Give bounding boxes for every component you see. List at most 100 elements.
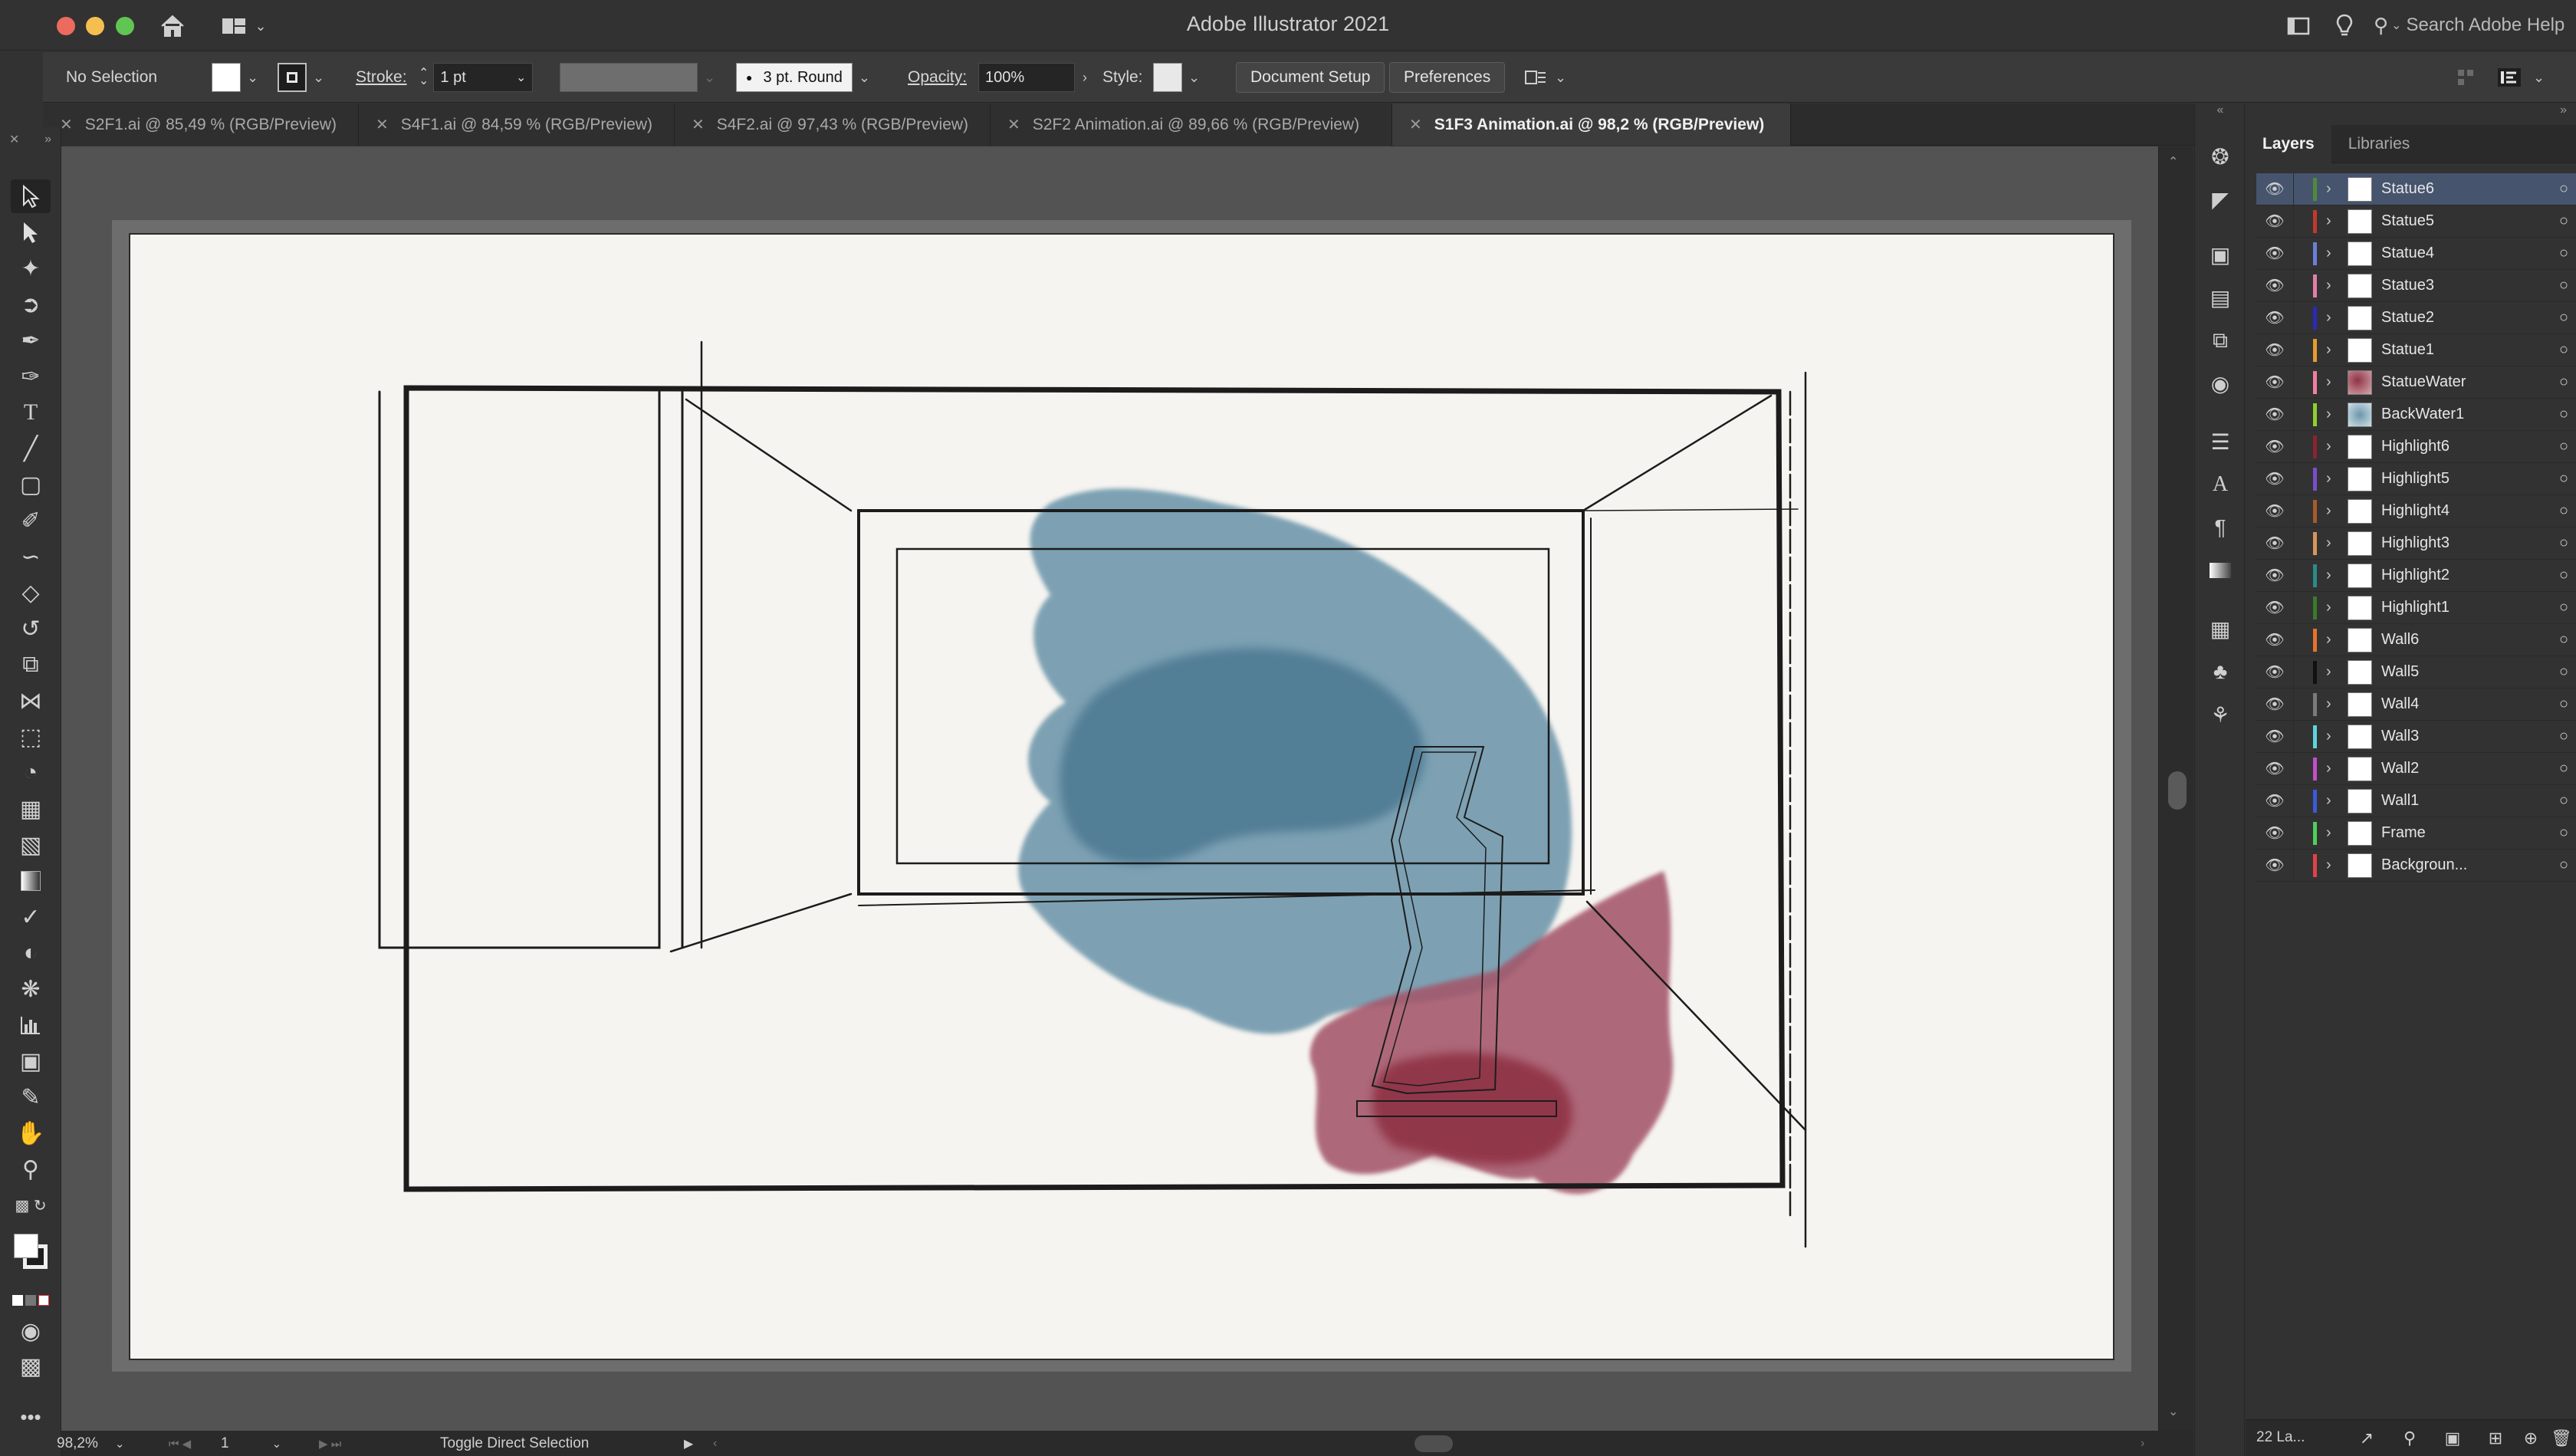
minimize-window-button[interactable]	[86, 17, 104, 35]
visibility-eye-icon[interactable]: 👁	[2256, 469, 2293, 488]
lightbulb-icon[interactable]	[2329, 11, 2360, 41]
visibility-eye-icon[interactable]: 👁	[2256, 212, 2293, 231]
scale-tool-icon[interactable]: ⧉	[11, 648, 51, 682]
target-circle-icon[interactable]: ○	[2559, 824, 2576, 842]
pathfinder-panel-icon[interactable]: ⧉	[2204, 324, 2236, 357]
character-panel-icon[interactable]: A	[2204, 468, 2236, 501]
chevron-right-icon[interactable]: ›	[1083, 70, 1087, 86]
lock-toggle[interactable]	[2293, 334, 2307, 366]
transform-panel-icon[interactable]: ▣	[2204, 238, 2236, 271]
chevron-down-icon[interactable]: ⌄	[115, 1437, 125, 1451]
appearance-panel-icon[interactable]: ◉	[2204, 367, 2236, 399]
chevron-right-icon[interactable]: ›	[2326, 438, 2343, 455]
preferences-button[interactable]: Preferences	[1389, 62, 1506, 93]
gradient-tool-icon[interactable]	[11, 864, 51, 898]
lock-toggle[interactable]	[2293, 495, 2307, 528]
layer-name[interactable]: Statue6	[2381, 180, 2559, 198]
layer-row[interactable]: 👁 › Statue5 ○	[2256, 205, 2576, 238]
layer-row[interactable]: 👁 › Wall3 ○	[2256, 720, 2576, 753]
target-circle-icon[interactable]: ○	[2559, 792, 2576, 810]
layer-name[interactable]: Highlight3	[2381, 534, 2559, 552]
brushes-panel-icon[interactable]: ⚘	[2204, 698, 2236, 731]
visibility-eye-icon[interactable]: 👁	[2256, 373, 2293, 392]
brush-preview[interactable]: ● 3 pt. Round	[736, 63, 853, 92]
lock-toggle[interactable]	[2293, 720, 2307, 753]
lock-toggle[interactable]	[2293, 462, 2307, 495]
visibility-eye-icon[interactable]: 👁	[2256, 856, 2293, 875]
scroll-up-icon[interactable]: ⌃	[2168, 154, 2178, 169]
artboard-nav-prev-icons[interactable]: ⏮ ◀	[169, 1434, 191, 1454]
paintbrush-tool-icon[interactable]: ✐	[11, 504, 51, 537]
layer-name[interactable]: Statue2	[2381, 309, 2559, 327]
arrange-documents-icon[interactable]	[2283, 11, 2314, 41]
layer-row[interactable]: 👁 › Highlight4 ○	[2256, 495, 2576, 528]
shape-builder-tool-icon[interactable]: ◔	[11, 756, 51, 790]
status-tool-hint[interactable]: Toggle Direct Selection	[440, 1434, 589, 1454]
layer-name[interactable]: Frame	[2381, 824, 2559, 842]
tab-s1f3-animation[interactable]: ✕ S1F3 Animation.ai @ 98,2 % (RGB/Previe…	[1392, 104, 1791, 146]
chevron-down-icon[interactable]: ⌄	[313, 70, 324, 86]
layer-row[interactable]: 👁 › Statue3 ○	[2256, 269, 2576, 302]
lock-toggle[interactable]	[2293, 237, 2307, 270]
mesh-tool-icon[interactable]: ▧	[11, 828, 51, 862]
layer-name[interactable]: Wall5	[2381, 663, 2559, 681]
lock-toggle[interactable]	[2293, 752, 2307, 785]
chevron-right-icon[interactable]: ›	[2326, 341, 2343, 359]
visibility-eye-icon[interactable]: 👁	[2256, 727, 2293, 746]
column-graph-tool-icon[interactable]	[11, 1008, 51, 1042]
chevron-right-icon[interactable]: ›	[2326, 695, 2343, 713]
layer-name[interactable]: Highlight5	[2381, 470, 2559, 488]
lock-toggle[interactable]	[2293, 591, 2307, 624]
symbol-sprayer-tool-icon[interactable]: ❋	[11, 972, 51, 1006]
scroll-right-icon[interactable]: ›	[2141, 1434, 2144, 1454]
layer-row[interactable]: 👁 › Statue1 ○	[2256, 334, 2576, 366]
chevron-right-icon[interactable]: ›	[2326, 309, 2343, 327]
document-setup-button[interactable]: Document Setup	[1236, 62, 1385, 93]
layer-name[interactable]: Wall4	[2381, 695, 2559, 713]
canvas-area[interactable]	[61, 146, 2158, 1431]
visibility-eye-icon[interactable]: 👁	[2256, 695, 2293, 714]
direct-selection-tool-icon[interactable]	[11, 215, 51, 249]
chevron-right-icon[interactable]: ›	[2326, 180, 2343, 198]
target-circle-icon[interactable]: ○	[2559, 760, 2576, 777]
chevron-right-icon[interactable]: ›	[2326, 631, 2343, 649]
layer-row[interactable]: 👁 › Wall1 ○	[2256, 784, 2576, 817]
locate-object-icon[interactable]: ⚲	[2399, 1428, 2420, 1449]
layer-row[interactable]: 👁 › Wall6 ○	[2256, 623, 2576, 656]
close-tab-icon[interactable]: ✕	[60, 115, 73, 134]
chevron-right-icon[interactable]: ›	[2326, 856, 2343, 874]
create-new-layer-icon[interactable]: ⊕	[2520, 1428, 2542, 1449]
layer-name[interactable]: BackWater1	[2381, 406, 2559, 423]
target-circle-icon[interactable]: ○	[2559, 663, 2576, 681]
visibility-eye-icon[interactable]: 👁	[2256, 759, 2293, 778]
target-circle-icon[interactable]: ○	[2559, 309, 2576, 327]
lock-toggle[interactable]	[2293, 301, 2307, 334]
line-tool-icon[interactable]: ╱	[11, 432, 51, 465]
target-circle-icon[interactable]: ○	[2559, 180, 2576, 198]
artboard-number-field[interactable]: 1 ⌄	[221, 1434, 297, 1454]
layer-name[interactable]: Statue4	[2381, 245, 2559, 262]
close-tab-icon[interactable]: ✕	[692, 115, 705, 134]
chevron-down-icon[interactable]: ⌄	[859, 70, 870, 86]
target-circle-icon[interactable]: ○	[2559, 470, 2576, 488]
visibility-eye-icon[interactable]: 👁	[2256, 598, 2293, 617]
perspective-grid-tool-icon[interactable]: ▦	[11, 792, 51, 826]
visibility-eye-icon[interactable]: 👁	[2256, 662, 2293, 682]
swatches-panel-icon[interactable]: ▦	[2204, 613, 2236, 645]
layer-name[interactable]: Highlight1	[2381, 599, 2559, 616]
stepper-icon[interactable]: ⌃ ⌄	[419, 67, 429, 87]
tab-s2f1[interactable]: ✕ S2F1.ai @ 85,49 % (RGB/Preview)	[43, 104, 359, 146]
collapse-panel-icon[interactable]: »	[2246, 104, 2576, 125]
lock-toggle[interactable]	[2293, 269, 2307, 302]
chevron-down-icon[interactable]: ⌄	[704, 70, 715, 86]
layer-row[interactable]: 👁 › Wall4 ○	[2256, 688, 2576, 721]
layer-row[interactable]: 👁 › Statue6 ○	[2256, 173, 2576, 205]
chevron-right-icon[interactable]: ›	[2326, 599, 2343, 616]
chevron-down-icon[interactable]: ⌄	[1555, 70, 1566, 86]
artboard-nav-next-icons[interactable]: ▶ ⏭	[319, 1434, 341, 1454]
target-circle-icon[interactable]: ○	[2559, 212, 2576, 230]
chevron-right-icon[interactable]: ›	[2326, 663, 2343, 681]
artboard[interactable]	[129, 233, 2114, 1360]
magic-wand-tool-icon[interactable]: ✦	[11, 251, 51, 285]
stroke-weight-input[interactable]: 1 pt ⌄	[433, 63, 534, 92]
